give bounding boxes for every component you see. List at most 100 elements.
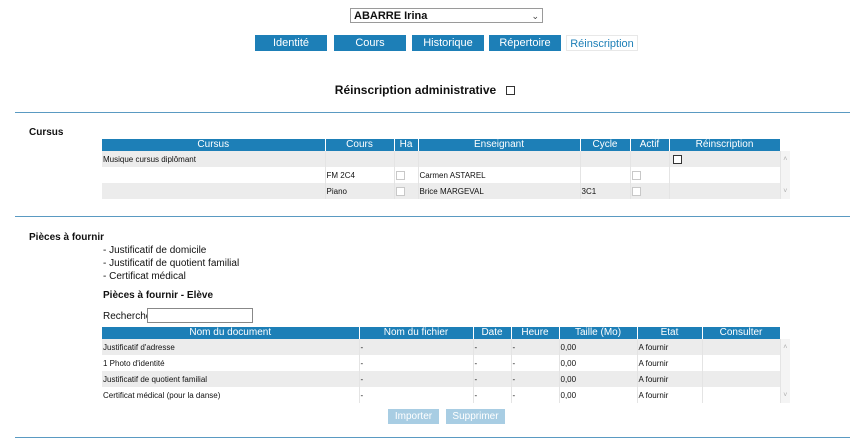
scroll-down-icon[interactable]: ˅ — [780, 183, 790, 199]
column-header: Heure — [511, 327, 560, 339]
cell-actif — [630, 167, 670, 183]
column-header: Réinscription — [669, 139, 781, 151]
tab-cours[interactable]: Cours — [334, 35, 406, 51]
tab-historique[interactable]: Historique — [412, 35, 484, 51]
delete-button[interactable]: Supprimer — [446, 409, 505, 424]
column-header: Nom du document — [102, 327, 360, 339]
tab-repertoire[interactable]: Répertoire — [489, 35, 561, 51]
cell-consulter[interactable] — [702, 387, 781, 403]
cell-fichier: - — [359, 355, 474, 371]
scroll-down-icon[interactable]: ˅ — [780, 387, 790, 403]
table-row[interactable]: Piano Brice MARGEVAL 3C1 ˅ — [102, 183, 790, 199]
divider — [15, 437, 850, 438]
column-header: Ha — [394, 139, 419, 151]
divider — [15, 216, 850, 217]
cell-fichier: - — [359, 339, 474, 355]
scrollbar-track[interactable] — [780, 167, 790, 183]
pieces-list: - Justificatif de domicile - Justificati… — [103, 244, 239, 283]
actif-checkbox — [631, 186, 641, 196]
cell-consulter[interactable] — [702, 339, 781, 355]
column-header: Date — [473, 327, 512, 339]
cell-ha — [394, 167, 419, 183]
table-row[interactable]: 1 Photo d'identité - - - 0,00 A fournir — [102, 355, 790, 371]
cell-fichier: - — [359, 371, 474, 387]
column-header: Nom du fichier — [359, 327, 474, 339]
cell-ha — [394, 183, 419, 199]
table-row[interactable]: Justificatif d'adresse - - - 0,00 A four… — [102, 339, 790, 355]
cell-cours: FM 2C4 — [325, 167, 395, 183]
student-select-value: ABARRE Irina — [354, 10, 428, 22]
cell-reinscription — [669, 183, 781, 199]
documents-header-row: Nom du document Nom du fichier Date Heur… — [102, 327, 791, 339]
cell-cycle — [580, 151, 631, 167]
cell-etat: A fournir — [637, 339, 703, 355]
cell-heure: - — [511, 339, 560, 355]
cell-date: - — [473, 387, 512, 403]
reinscription-checkbox[interactable] — [672, 154, 682, 164]
cell-cycle: 3C1 — [580, 183, 631, 199]
scrollbar-track[interactable] — [780, 371, 790, 387]
pieces-eleve-label: Pièces à fournir - Elève — [103, 290, 214, 301]
table-row[interactable]: Musique cursus diplômant ˄ — [102, 151, 790, 167]
student-select[interactable]: ABARRE Irina ⌄ — [350, 8, 543, 23]
cell-consulter[interactable] — [702, 355, 781, 371]
cell-etat: A fournir — [637, 387, 703, 403]
cell-enseignant: Carmen ASTAREL — [418, 167, 581, 183]
scroll-up-icon[interactable]: ˄ — [780, 339, 790, 355]
admin-reinscription-checkbox[interactable] — [506, 86, 516, 96]
cell-etat: A fournir — [637, 355, 703, 371]
documents-table: Nom du document Nom du fichier Date Heur… — [102, 327, 791, 403]
search-input[interactable] — [147, 308, 253, 323]
actif-checkbox — [631, 170, 641, 180]
tab-reinscription[interactable]: Réinscription — [566, 35, 638, 51]
cell-actif — [630, 151, 670, 167]
cell-document: 1 Photo d'identité — [102, 355, 360, 371]
cursus-table: Cursus Cours Ha Enseignant Cycle Actif R… — [102, 139, 791, 199]
admin-reinscription-title: Réinscription administrative — [334, 83, 497, 97]
cell-taille: 0,00 — [559, 355, 638, 371]
cell-cursus: Musique cursus diplômant — [102, 151, 326, 167]
column-header: Actif — [630, 139, 670, 151]
column-header: Consulter — [702, 327, 781, 339]
cell-heure: - — [511, 387, 560, 403]
cell-reinscription — [669, 167, 781, 183]
import-button[interactable]: Importer — [388, 409, 439, 424]
chevron-down-icon: ⌄ — [531, 11, 539, 21]
table-row[interactable]: Justificatif de quotient familial - - - … — [102, 371, 790, 387]
search-label: Recherche — [103, 311, 152, 322]
tab-identite[interactable]: Identité — [255, 35, 327, 51]
ha-checkbox — [395, 170, 405, 180]
cell-heure: - — [511, 355, 560, 371]
cell-enseignant: Brice MARGEVAL — [418, 183, 581, 199]
column-header: Cours — [325, 139, 395, 151]
cell-document: Certificat médical (pour la danse) — [102, 387, 360, 403]
cell-reinscription — [669, 151, 781, 167]
header-spacer — [780, 327, 791, 339]
cell-taille: 0,00 — [559, 387, 638, 403]
scrollbar-track[interactable] — [780, 355, 790, 371]
cell-consulter[interactable] — [702, 371, 781, 387]
cell-document: Justificatif de quotient familial — [102, 371, 360, 387]
cursus-header-row: Cursus Cours Ha Enseignant Cycle Actif R… — [102, 139, 791, 151]
column-header: Taille (Mo) — [559, 327, 638, 339]
column-header: Etat — [637, 327, 703, 339]
cell-document: Justificatif d'adresse — [102, 339, 360, 355]
cell-ha — [394, 151, 419, 167]
cell-taille: 0,00 — [559, 371, 638, 387]
column-header: Cursus — [102, 139, 326, 151]
column-header: Cycle — [580, 139, 631, 151]
scroll-up-icon[interactable]: ˄ — [780, 151, 790, 167]
cell-date: - — [473, 339, 512, 355]
cell-date: - — [473, 355, 512, 371]
list-item: - Certificat médical — [103, 271, 186, 282]
table-row[interactable]: Certificat médical (pour la danse) - - -… — [102, 387, 790, 403]
cursus-section-label: Cursus — [29, 127, 64, 138]
pieces-section-label: Pièces à fournir — [29, 232, 105, 243]
column-header: Enseignant — [418, 139, 581, 151]
divider — [15, 112, 850, 113]
cell-cours: Piano — [325, 183, 395, 199]
cell-heure: - — [511, 371, 560, 387]
cell-taille: 0,00 — [559, 339, 638, 355]
cell-cycle — [580, 167, 631, 183]
table-row[interactable]: FM 2C4 Carmen ASTAREL — [102, 167, 790, 183]
